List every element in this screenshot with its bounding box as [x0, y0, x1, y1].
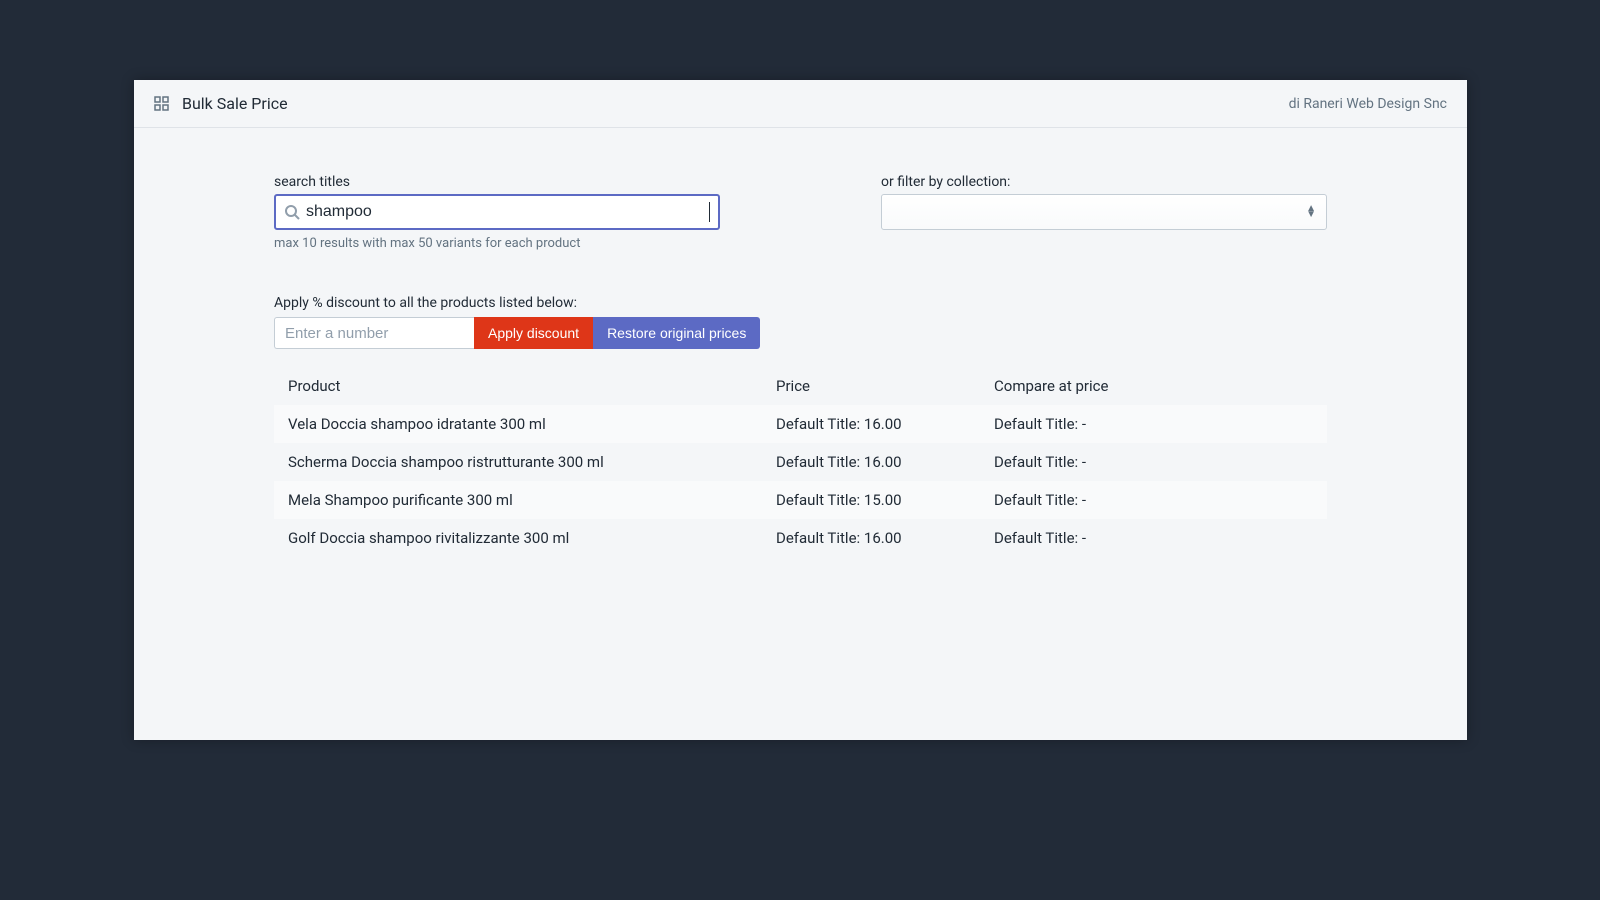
- col-header-compare: Compare at price: [994, 377, 1313, 395]
- text-caret: [709, 202, 710, 222]
- discount-label: Apply % discount to all the products lis…: [274, 295, 1327, 311]
- search-input[interactable]: [306, 203, 711, 221]
- app-icon: [154, 96, 170, 112]
- discount-input[interactable]: [274, 317, 474, 349]
- cell-compare: Default Title: -: [994, 491, 1313, 509]
- col-header-product: Product: [288, 377, 776, 395]
- discount-section: Apply % discount to all the products lis…: [274, 295, 1327, 349]
- table-row: Golf Doccia shampoo rivitalizzante 300 m…: [274, 519, 1327, 557]
- table-row: Vela Doccia shampoo idratante 300 ml Def…: [274, 405, 1327, 443]
- collection-select[interactable]: ▲▼: [881, 194, 1327, 230]
- search-column: search titles max 10 results with max 50…: [274, 174, 720, 251]
- cell-product: Vela Doccia shampoo idratante 300 ml: [288, 415, 776, 433]
- cell-price: Default Title: 16.00: [776, 415, 994, 433]
- filters-row: search titles max 10 results with max 50…: [274, 174, 1327, 251]
- table-row: Mela Shampoo purificante 300 ml Default …: [274, 481, 1327, 519]
- cell-product: Scherma Doccia shampoo ristrutturante 30…: [288, 453, 776, 471]
- restore-prices-button[interactable]: Restore original prices: [593, 317, 760, 349]
- cell-price: Default Title: 15.00: [776, 491, 994, 509]
- table-header-row: Product Price Compare at price: [274, 367, 1327, 405]
- apply-row: Apply discount Restore original prices: [274, 317, 1327, 349]
- app-window: Bulk Sale Price di Raneri Web Design Snc…: [134, 80, 1467, 740]
- app-header: Bulk Sale Price di Raneri Web Design Snc: [134, 80, 1467, 128]
- table-row: Scherma Doccia shampoo ristrutturante 30…: [274, 443, 1327, 481]
- collection-label: or filter by collection:: [881, 174, 1327, 190]
- cell-product: Mela Shampoo purificante 300 ml: [288, 491, 776, 509]
- search-hint: max 10 results with max 50 variants for …: [274, 236, 720, 251]
- header-meta: di Raneri Web Design Snc: [1289, 96, 1447, 112]
- search-label: search titles: [274, 174, 720, 190]
- cell-compare: Default Title: -: [994, 415, 1313, 433]
- page-title: Bulk Sale Price: [182, 94, 288, 113]
- content: search titles max 10 results with max 50…: [134, 128, 1467, 557]
- cell-price: Default Title: 16.00: [776, 529, 994, 547]
- search-icon: [284, 204, 300, 220]
- cell-compare: Default Title: -: [994, 529, 1313, 547]
- cell-product: Golf Doccia shampoo rivitalizzante 300 m…: [288, 529, 776, 547]
- collection-column: or filter by collection: ▲▼: [881, 174, 1327, 230]
- select-chevrons-icon: ▲▼: [1306, 206, 1316, 218]
- apply-discount-button[interactable]: Apply discount: [474, 317, 593, 349]
- search-box[interactable]: [274, 194, 720, 230]
- cell-compare: Default Title: -: [994, 453, 1313, 471]
- col-header-price: Price: [776, 377, 994, 395]
- cell-price: Default Title: 16.00: [776, 453, 994, 471]
- products-table: Product Price Compare at price Vela Docc…: [274, 367, 1327, 557]
